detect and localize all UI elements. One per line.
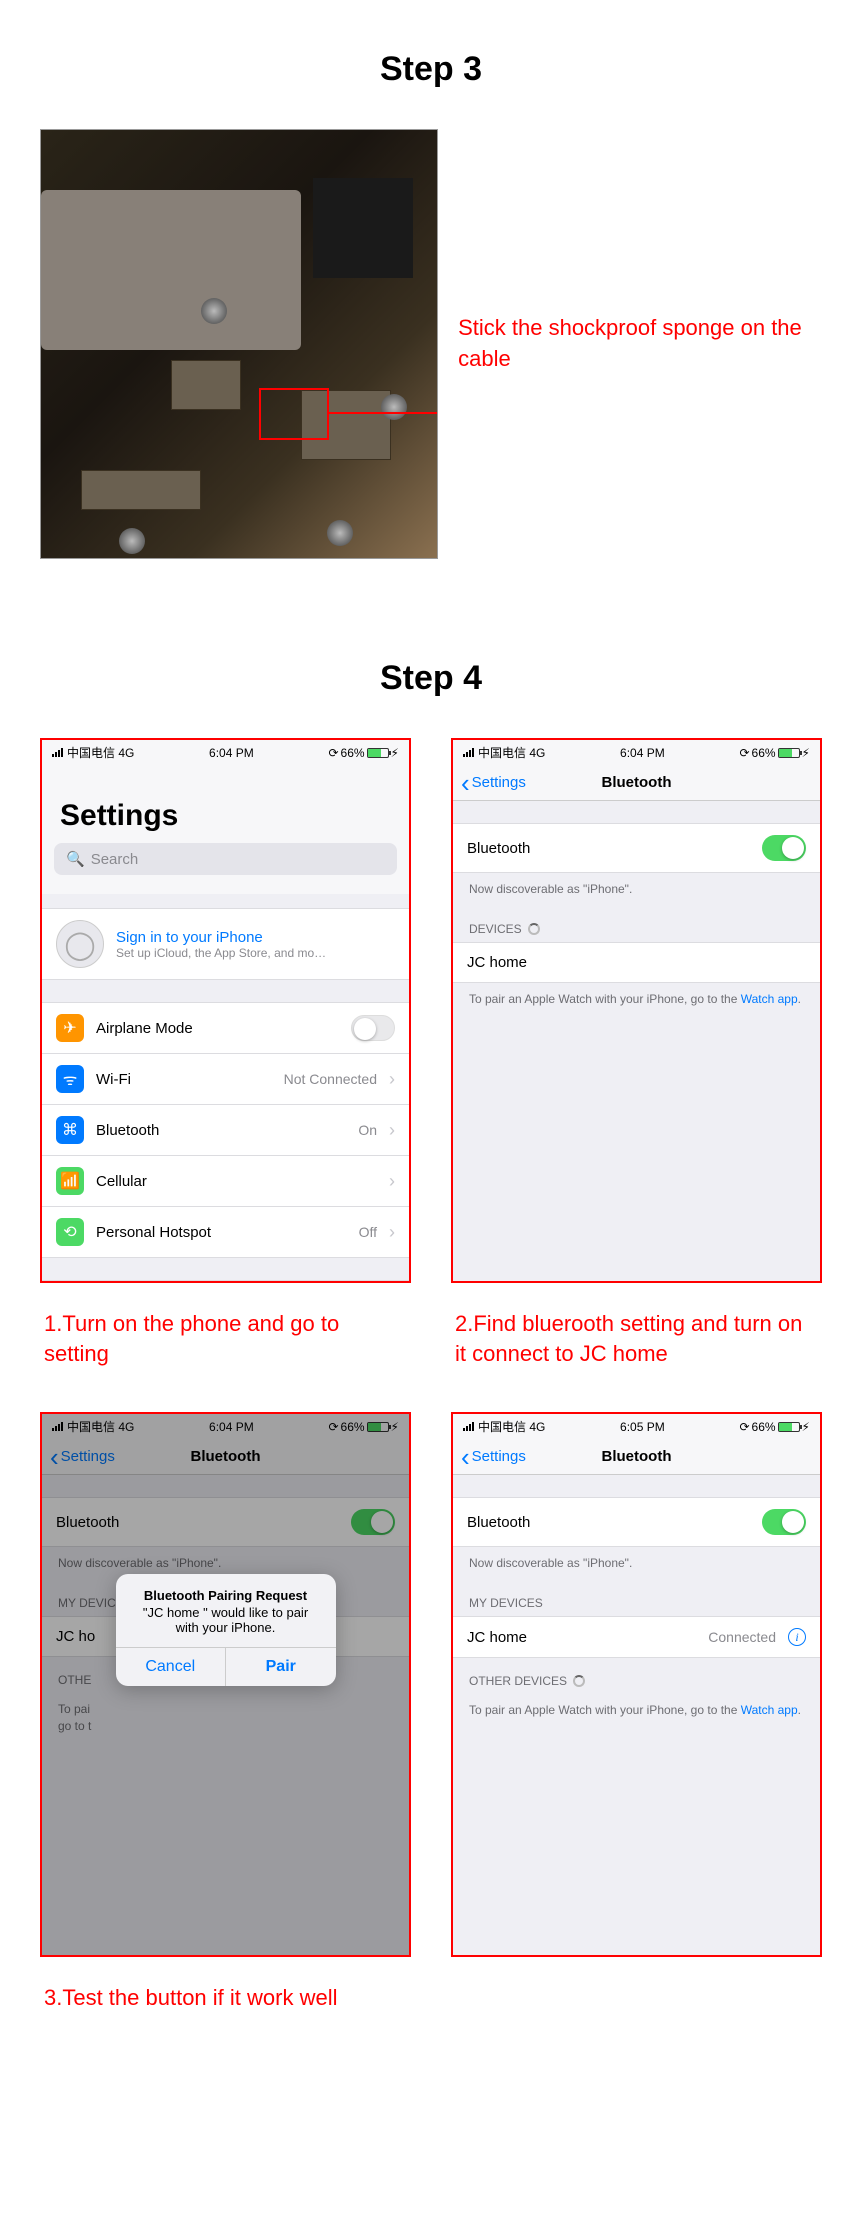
airplane-row[interactable]: ✈ Airplane Mode xyxy=(42,1002,409,1053)
nav-title: Bluetooth xyxy=(602,1448,672,1465)
watch-app-note: To pair an Apple Watch with your iPhone,… xyxy=(453,983,820,1016)
callout-line xyxy=(329,412,438,414)
wifi-row[interactable]: ᯤ Wi-Fi Not Connected › xyxy=(42,1053,409,1104)
step3-annotation: Stick the shockproof sponge on the cable xyxy=(458,313,822,375)
bluetooth-toggle[interactable] xyxy=(762,835,806,861)
bluetooth-icon: ⌘ xyxy=(56,1116,84,1144)
pairing-alert: Bluetooth Pairing Request "JC home " wou… xyxy=(116,1574,336,1686)
hotspot-row[interactable]: ⟲ Personal Hotspot Off › xyxy=(42,1206,409,1258)
step3-title: Step 3 xyxy=(40,50,822,89)
screenshot-connected: 中国电信 4G 6:05 PM ⟳ 66% ⚡︎ Settings Blueto… xyxy=(451,1412,822,1957)
devices-header: DEVICES xyxy=(453,906,820,942)
search-icon: 🔍 xyxy=(66,850,85,868)
cellular-row[interactable]: 📶 Cellular › xyxy=(42,1155,409,1206)
spinner-icon xyxy=(528,923,540,935)
nav-bar: Settings Bluetooth xyxy=(453,765,820,801)
discoverable-text: Now discoverable as "iPhone". xyxy=(453,873,820,906)
back-button[interactable]: Settings xyxy=(461,1448,526,1465)
step4-title: Step 4 xyxy=(40,659,822,698)
chevron-right-icon: › xyxy=(389,1222,395,1243)
wifi-icon: ᯤ xyxy=(56,1065,84,1093)
spinner-icon xyxy=(573,1675,585,1687)
back-button[interactable]: Settings xyxy=(461,774,526,791)
status-time: 6:04 PM xyxy=(209,746,254,760)
watch-app-link[interactable]: Watch app xyxy=(741,992,798,1006)
avatar-icon: ◯ xyxy=(56,920,104,968)
cellular-icon: 📶 xyxy=(56,1167,84,1195)
screenshot-bluetooth-list: 中国电信 4G 6:04 PM ⟳ 66% ⚡︎ Settings Blueto… xyxy=(451,738,822,1283)
pair-button[interactable]: Pair xyxy=(225,1648,336,1686)
cancel-button[interactable]: Cancel xyxy=(116,1648,226,1686)
screenshot-settings: 中国电信 4G 6:04 PM ⟳ 66% ⚡︎ Settings 🔍 Sear… xyxy=(40,738,411,1283)
signal-icon xyxy=(463,748,474,757)
caption-1: 1.Turn on the phone and go to setting xyxy=(40,1303,411,1392)
airplane-toggle[interactable] xyxy=(351,1015,395,1041)
my-devices-header: MY DEVICES xyxy=(453,1580,820,1616)
signal-icon xyxy=(52,748,63,757)
bluetooth-row[interactable]: ⌘ Bluetooth On › xyxy=(42,1104,409,1155)
caption-3: 3.Test the button if it work well xyxy=(40,1977,822,2037)
page-title: Settings xyxy=(42,765,409,843)
device-row-jchome[interactable]: JC home xyxy=(453,942,820,983)
signin-row[interactable]: ◯ Sign in to your iPhone Set up iCloud, … xyxy=(42,908,409,980)
status-bar: 中国电信 4G 6:04 PM ⟳ 66% ⚡︎ xyxy=(453,740,820,765)
search-input[interactable]: 🔍 Search xyxy=(54,843,397,875)
device-row-jchome[interactable]: JC home Connected i xyxy=(453,1616,820,1658)
screenshot-pairing-request: 中国电信 4G 6:04 PM ⟳ 66% ⚡︎ Settings Blueto… xyxy=(40,1412,411,1957)
bluetooth-toggle-row[interactable]: Bluetooth xyxy=(453,1497,820,1547)
other-devices-header: OTHER DEVICES xyxy=(453,1658,820,1694)
hotspot-icon: ⟲ xyxy=(56,1218,84,1246)
status-bar: 中国电信 4G 6:04 PM ⟳ 66% ⚡︎ xyxy=(42,740,409,765)
info-icon[interactable]: i xyxy=(788,1628,806,1646)
status-bar: 中国电信 4G 6:05 PM ⟳ 66% ⚡︎ xyxy=(453,1414,820,1439)
caption-2: 2.Find bluerooth setting and turn on it … xyxy=(451,1303,822,1392)
nav-title: Bluetooth xyxy=(602,774,672,791)
alert-title: Bluetooth Pairing Request xyxy=(130,1588,322,1603)
step3-content: Stick the shockproof sponge on the cable xyxy=(40,129,822,559)
motherboard-photo xyxy=(40,129,438,559)
battery-icon xyxy=(367,748,389,758)
alert-message: "JC home " would like to pair with your … xyxy=(130,1605,322,1635)
chevron-right-icon: › xyxy=(389,1069,395,1090)
chevron-right-icon: › xyxy=(389,1171,395,1192)
watch-app-note: To pair an Apple Watch with your iPhone,… xyxy=(453,1694,820,1727)
bluetooth-toggle-row[interactable]: Bluetooth xyxy=(453,823,820,873)
notifications-row[interactable]: ▢ Notifications › xyxy=(42,1280,409,1283)
watch-app-link[interactable]: Watch app xyxy=(741,1703,798,1717)
callout-frame xyxy=(259,388,329,440)
airplane-icon: ✈ xyxy=(56,1014,84,1042)
chevron-right-icon: › xyxy=(389,1120,395,1141)
bluetooth-toggle[interactable] xyxy=(762,1509,806,1535)
